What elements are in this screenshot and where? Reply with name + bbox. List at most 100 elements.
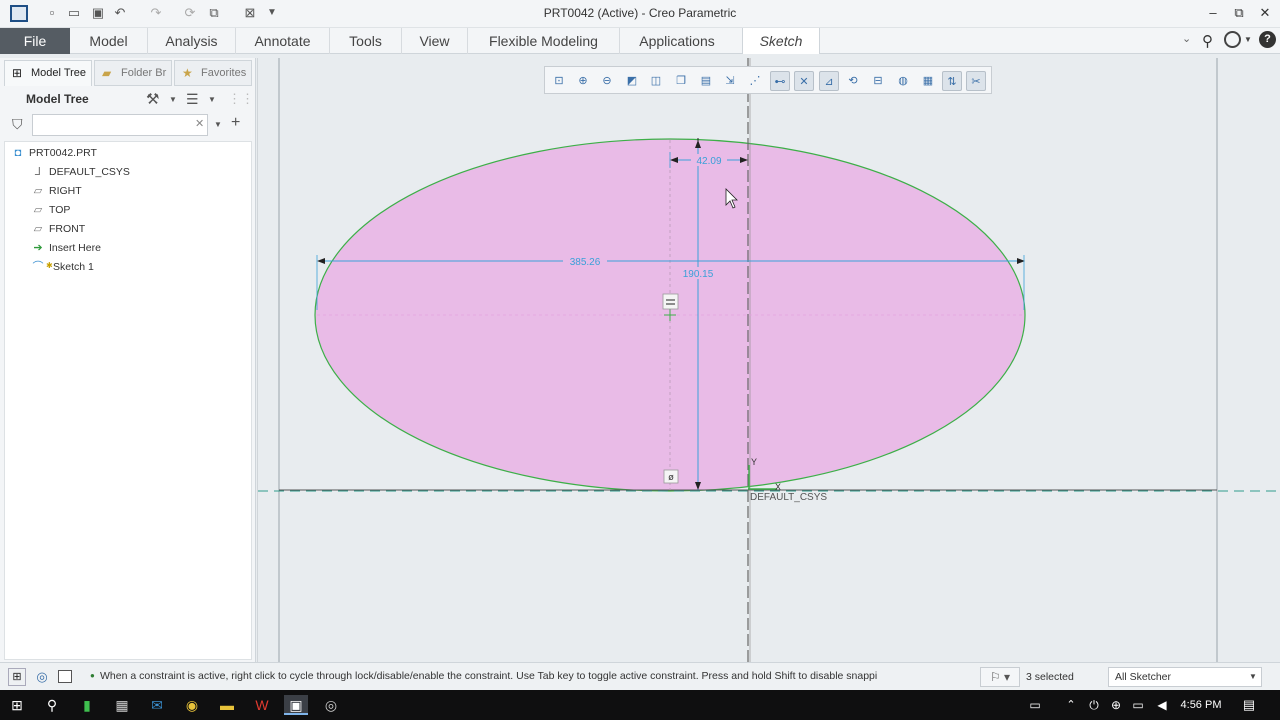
tab-flexible-modeling[interactable]: Flexible Modeling <box>468 28 620 54</box>
tab-model-tree[interactable]: ⊞ Model Tree <box>4 60 92 86</box>
csys-x-label: X <box>775 482 781 492</box>
browser-toggle-icon[interactable]: ◎ <box>33 668 51 686</box>
zoom-out-icon[interactable]: ⊖ <box>597 71 617 91</box>
tree-settings-dropdown-icon[interactable]: ▼ <box>169 95 177 104</box>
clock-time[interactable]: 4:56 PM <box>1176 695 1226 715</box>
show-dimensions-icon[interactable]: ⊷ <box>770 71 790 91</box>
tab-model-tree-label: Model Tree <box>31 67 87 79</box>
help-icon[interactable] <box>1224 31 1241 48</box>
perspective-view-icon[interactable]: ⇲ <box>720 71 740 91</box>
tab-folder-browser[interactable]: ▰ Folder Br <box>94 60 172 86</box>
saved-orientations-icon[interactable]: ❐ <box>671 71 691 91</box>
keyboard-icon[interactable]: ▭ <box>1024 695 1046 715</box>
info-icon[interactable]: ? <box>1259 31 1276 48</box>
search-icon[interactable]: ⚲ <box>1202 32 1213 50</box>
battery-icon[interactable]: ▭ <box>1127 695 1149 715</box>
insert-arrow-icon: ➔ <box>33 242 43 254</box>
annotation-display-icon[interactable]: ▦ <box>918 71 938 91</box>
tree-filter-input[interactable] <box>32 114 208 136</box>
sketch-icon: ⌒ <box>32 261 44 273</box>
taskbar-explorer-icon[interactable]: ▬ <box>216 695 238 715</box>
tab-favorites[interactable]: ★ Favorites <box>174 60 252 86</box>
width-dimension-value[interactable]: 385.26 <box>570 257 601 268</box>
network-icon[interactable]: ⊕ <box>1105 695 1127 715</box>
sketch-view-icon[interactable]: ⊟ <box>868 71 888 91</box>
status-message: When a constraint is active, right click… <box>100 670 878 682</box>
tab-view[interactable]: View <box>402 28 468 54</box>
repaint-icon[interactable]: ◩ <box>622 71 642 91</box>
graphics-toolbar: ⊡ ⊕ ⊖ ◩ ◫ ❐ ▤ ⇲ ⋰ ⊷ ✕ ⊿ ⟲ ⊟ ◍ ▦ ⇅ ✂ <box>544 66 992 94</box>
csys-label[interactable]: DEFAULT_CSYS <box>750 492 827 503</box>
show-vertices-icon[interactable]: ⟲ <box>843 71 863 91</box>
add-filter-icon[interactable]: + <box>231 114 240 132</box>
graphics-window[interactable]: 385.26 190.15 42.09 ø Y X DEFAULT_CSYS <box>257 58 1280 662</box>
restore-button[interactable]: ⧉ <box>1228 4 1250 22</box>
tree-item-label: TOP <box>49 204 71 216</box>
taskbar-wps-icon[interactable]: W <box>251 695 273 715</box>
clear-filter-icon[interactable]: ✕ <box>195 117 204 130</box>
selection-filter-value: All Sketcher <box>1115 671 1172 683</box>
fullscreen-toggle-icon[interactable] <box>58 670 72 683</box>
help-dropdown-icon[interactable]: ▼ <box>1244 35 1252 44</box>
status-bullet-icon: ● <box>90 671 95 680</box>
volume-icon[interactable]: ◀ <box>1151 695 1173 715</box>
part-icon: ◘ <box>14 147 22 159</box>
taskbar-store-icon[interactable]: ▦ <box>111 695 133 715</box>
display-style-icon[interactable]: ◫ <box>646 71 666 91</box>
tray-expand-icon[interactable]: ⌃ <box>1060 695 1082 715</box>
offset-dimension-value[interactable]: 42.09 <box>696 156 721 167</box>
status-bar: ⊞ ◎ ● When a constraint is active, right… <box>0 662 1280 690</box>
view-manager-icon[interactable]: ▤ <box>696 71 716 91</box>
navigator-toggle-icon[interactable]: ⊞ <box>8 668 26 686</box>
spin-center-icon[interactable]: ◍ <box>893 71 913 91</box>
sketch-orient-icon[interactable]: ⇅ <box>942 71 962 91</box>
datum-plane-icon: ▱ <box>33 185 43 197</box>
show-constraints-icon[interactable]: ✕ <box>794 71 814 91</box>
tab-analysis[interactable]: Analysis <box>148 28 236 54</box>
structure-icon[interactable]: ⋮⋮ <box>228 91 254 107</box>
close-button[interactable]: ✕ <box>1254 4 1276 22</box>
tab-annotate[interactable]: Annotate <box>236 28 330 54</box>
title-bar: ▫ ▭ ▣ ↶ ↷ ⟳ ⧉ ⊠ ▼ PRT0042 (Active) - Cre… <box>0 0 1280 28</box>
power-icon[interactable]: ⏻ <box>1083 695 1105 715</box>
tree-item-label: RIGHT <box>49 185 82 197</box>
tab-model[interactable]: Model <box>70 28 148 54</box>
collapse-ribbon-icon[interactable]: ⌄ <box>1182 32 1191 45</box>
zoom-in-icon[interactable]: ⊕ <box>573 71 593 91</box>
highlight-open-ends-icon[interactable]: ✂ <box>966 71 986 91</box>
show-grid-icon[interactable]: ⊿ <box>819 71 839 91</box>
taskbar-search-icon[interactable]: ⚲ <box>41 695 63 715</box>
notification-icon[interactable]: ▤ <box>1238 695 1260 715</box>
taskbar-app-green-icon[interactable]: ▮ <box>76 695 98 715</box>
taskbar-creo-icon[interactable]: ▣ <box>284 695 308 715</box>
selection-filter-dropdown[interactable]: All Sketcher ▼ <box>1108 667 1262 687</box>
tab-file[interactable]: File <box>0 28 70 54</box>
filter-dropdown-icon[interactable]: ▼ <box>214 120 222 129</box>
datum-plane-icon: ▱ <box>33 223 43 235</box>
taskbar: ⊞ ⚲ ▮ ▦ ✉ ◉ ▬ W ▣ ◎ ▭ ⌃ ⏻ ⊕ ▭ ◀ 4:56 PM … <box>0 690 1280 720</box>
taskbar-mail-icon[interactable]: ✉ <box>146 695 168 715</box>
find-icon[interactable]: ⚐ ▾ <box>980 667 1020 687</box>
datum-display-icon[interactable]: ⋰ <box>745 71 765 91</box>
tree-item-label: DEFAULT_CSYS <box>49 166 130 178</box>
taskbar-obs-icon[interactable]: ◎ <box>320 695 342 715</box>
show-dropdown-icon[interactable]: ▼ <box>208 95 216 104</box>
windows-start-icon[interactable]: ⊞ <box>6 695 28 715</box>
height-dimension-value[interactable]: 190.15 <box>683 269 714 280</box>
taskbar-chrome-icon[interactable]: ◉ <box>181 695 203 715</box>
tree-item-label: FRONT <box>49 223 86 235</box>
tab-tools[interactable]: Tools <box>330 28 402 54</box>
show-list-icon[interactable]: ☰ <box>186 91 199 108</box>
tree-item-label: Insert Here <box>49 242 101 254</box>
selected-count[interactable]: 3 selected <box>1026 671 1074 683</box>
sketch-canvas[interactable]: 385.26 190.15 42.09 ø Y X DEFAULT_CSYS <box>258 58 1280 662</box>
tab-applications[interactable]: Applications <box>620 28 734 54</box>
filter-icon[interactable]: ⛉ <box>12 116 23 133</box>
tree-settings-icon[interactable]: ⚒ <box>146 90 159 108</box>
tree-item-label: PRT0042.PRT <box>29 147 97 159</box>
datum-plane-icon: ▱ <box>33 204 43 216</box>
refit-icon[interactable]: ⊡ <box>549 71 569 91</box>
minimize-button[interactable]: – <box>1202 4 1224 22</box>
tab-sketch[interactable]: Sketch <box>742 28 820 54</box>
horizontal-constraint-icon[interactable] <box>662 293 679 310</box>
